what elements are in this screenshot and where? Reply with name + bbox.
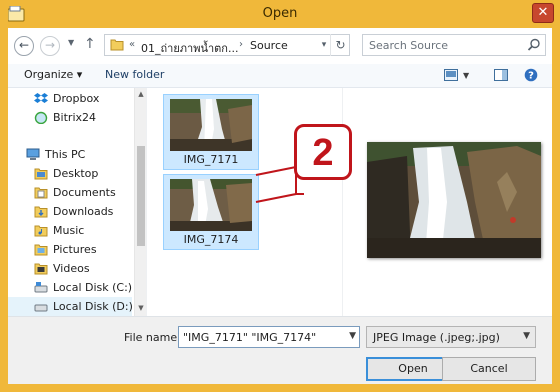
organize-menu[interactable]: Organize ▾ — [24, 68, 82, 81]
bitrix-icon — [34, 111, 48, 124]
sidebar-item-pictures[interactable]: Pictures — [8, 240, 132, 259]
footer-panel: File name: "IMG_7171" "IMG_7174" ▼ JPEG … — [8, 316, 552, 384]
dialog-body: ← → ▼ ↑ « 01_ถ่ายภาพน้ำตก... › Source ▾ … — [8, 28, 552, 384]
file-tile-img-7171[interactable]: IMG_7171 — [163, 94, 259, 170]
up-button[interactable]: ↑ — [84, 36, 96, 52]
breadcrumb-parent[interactable]: 01_ถ่ายภาพน้ำตก... — [141, 39, 238, 57]
file-name-value: "IMG_7171" "IMG_7174" — [183, 331, 317, 344]
folder-icon — [34, 263, 48, 275]
sidebar-item-label: Local Disk (D:) — [53, 300, 133, 313]
image-thumbnail — [170, 99, 252, 151]
folder-icon — [34, 244, 48, 256]
recent-locations-dropdown[interactable]: ▼ — [68, 38, 74, 47]
cancel-button[interactable]: Cancel — [442, 357, 536, 381]
view-dropdown-icon[interactable]: ▼ — [463, 71, 469, 80]
back-button[interactable]: ← — [14, 36, 34, 56]
sidebar-item-local-disk-c[interactable]: Local Disk (C:) — [8, 278, 132, 297]
folder-icon — [34, 187, 48, 199]
sidebar-item-this-pc[interactable]: This PC — [8, 145, 132, 164]
search-input[interactable]: Search Source — [362, 34, 546, 56]
navigation-scrollbar[interactable]: ▲ ▼ — [134, 88, 146, 316]
file-name-label: File name: — [124, 331, 181, 344]
new-folder-button[interactable]: New folder — [105, 68, 164, 81]
chevron-down-icon: ▾ — [321, 40, 327, 50]
file-name-label: IMG_7171 — [183, 153, 239, 166]
chevron-down-icon[interactable]: ▼ — [523, 331, 530, 341]
sidebar-item-label: This PC — [45, 148, 86, 161]
file-tile-img-7174[interactable]: IMG_7174 — [163, 174, 259, 250]
chevron-down-icon[interactable]: ▼ — [349, 331, 356, 341]
callout-number: 2 — [312, 132, 334, 174]
image-thumbnail — [170, 179, 252, 231]
sidebar-item-dropbox[interactable]: Dropbox — [8, 89, 132, 108]
help-icon[interactable]: ? — [524, 68, 538, 82]
sidebar-item-desktop[interactable]: Desktop — [8, 164, 132, 183]
sidebar-item-label: Downloads — [53, 205, 114, 218]
sidebar-item-local-disk-d[interactable]: Local Disk (D:) — [8, 297, 133, 316]
folder-icon — [34, 168, 48, 180]
drive-icon — [34, 282, 48, 293]
sidebar-item-downloads[interactable]: Downloads — [8, 202, 132, 221]
file-type-value: JPEG Image (.jpeg;.jpg) — [373, 331, 500, 344]
sidebar-item-documents[interactable]: Documents — [8, 183, 132, 202]
sidebar-item-label: Music — [53, 224, 85, 237]
file-name-label: IMG_7174 — [183, 233, 239, 246]
navigation-pane: Dropbox Bitrix24 This PC Desktop Documen… — [8, 88, 146, 316]
window-title: Open — [262, 6, 298, 21]
breadcrumb-separator[interactable]: › — [239, 39, 243, 50]
file-name-field[interactable]: "IMG_7171" "IMG_7174" ▼ — [178, 326, 360, 348]
folder-icon — [110, 39, 124, 51]
refresh-button[interactable]: ↻ — [330, 34, 350, 56]
preview-pane — [342, 88, 552, 316]
sidebar-item-label: Local Disk (C:) — [53, 281, 133, 294]
forward-button[interactable]: → — [40, 36, 60, 56]
sidebar-item-label: Desktop — [53, 167, 99, 180]
sidebar-item-videos[interactable]: Videos — [8, 259, 132, 278]
dropbox-icon — [34, 93, 48, 103]
address-row: ← → ▼ ↑ « 01_ถ่ายภาพน้ำตก... › Source ▾ … — [8, 28, 552, 64]
sidebar-item-label: Dropbox — [53, 92, 100, 105]
address-overflow[interactable]: « — [129, 39, 135, 50]
computer-icon — [26, 148, 40, 160]
address-bar[interactable]: « 01_ถ่ายภาพน้ำตก... › Source — [104, 34, 350, 56]
folder-icon — [34, 206, 48, 218]
preview-pane-icon[interactable] — [494, 69, 508, 81]
title-bar[interactable]: Open ✕ — [0, 0, 560, 28]
view-options-icon[interactable] — [444, 69, 458, 81]
search-placeholder: Search Source — [369, 39, 449, 52]
sidebar-item-label: Videos — [53, 262, 90, 275]
drive-icon — [34, 304, 48, 312]
file-type-select[interactable]: JPEG Image (.jpeg;.jpg) ▼ — [366, 326, 536, 348]
file-list: IMG_7171 IMG_7174 — [146, 88, 342, 316]
sidebar-item-label: Bitrix24 — [53, 111, 97, 124]
callout-badge: 2 — [294, 124, 352, 180]
sidebar-item-label: Documents — [53, 186, 116, 199]
folder-icon — [34, 225, 48, 237]
open-dialog-window: Open ✕ ← → ▼ ↑ « 01_ถ่ายภาพน้ำตก... › So… — [0, 0, 560, 392]
scrollbar-thumb[interactable] — [137, 146, 145, 246]
sidebar-item-label: Pictures — [53, 243, 97, 256]
image-preview — [367, 142, 541, 258]
search-icon[interactable] — [527, 38, 541, 52]
sidebar-item-bitrix24[interactable]: Bitrix24 — [8, 108, 132, 127]
close-button[interactable]: ✕ — [532, 3, 554, 23]
breadcrumb-current[interactable]: Source — [250, 39, 288, 52]
scroll-up-icon[interactable]: ▲ — [136, 90, 146, 98]
scroll-down-icon[interactable]: ▼ — [136, 304, 146, 312]
command-bar: Organize ▾ New folder ▼ ? — [8, 64, 552, 88]
sidebar-item-music[interactable]: Music — [8, 221, 132, 240]
svg-text:?: ? — [528, 71, 534, 82]
